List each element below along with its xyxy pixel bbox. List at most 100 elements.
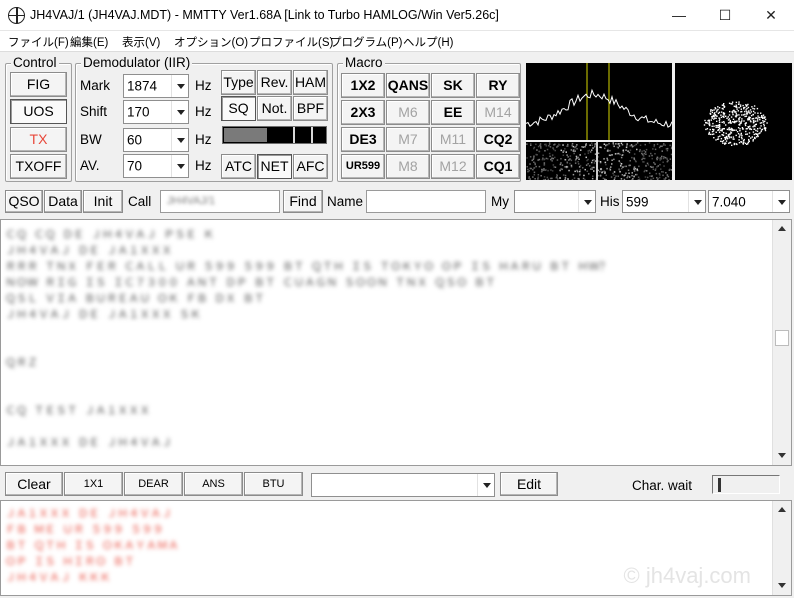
transmit-line: ＢＴ ＱＴＨ ＩＳ ＯＫＡＹＡＭＡ: [5, 539, 179, 552]
mark-label: Mark: [80, 78, 110, 93]
rev-button[interactable]: Rev.: [257, 70, 292, 95]
transmit-line: ＦＢ ＭＥ ＵＲ ５９９ ５９９: [5, 523, 164, 536]
maximize-button[interactable]: ☐: [702, 0, 748, 31]
find-button[interactable]: Find: [283, 190, 323, 213]
sq-button[interactable]: SQ: [221, 96, 256, 121]
scroll-down-icon[interactable]: [773, 577, 791, 595]
receive-scrollbar[interactable]: [772, 220, 791, 465]
menu-bar: ファイル(F) 編集(E) 表示(V) オプション(O) プロファイル(S) プ…: [0, 31, 794, 52]
type-button[interactable]: Type: [221, 70, 256, 95]
tx-macro-select[interactable]: [311, 473, 495, 497]
notch-button[interactable]: Not.: [257, 96, 292, 121]
av-select[interactable]: 70: [123, 154, 189, 178]
clear-button[interactable]: Clear: [5, 472, 63, 496]
macro-button-m11[interactable]: M11: [431, 127, 475, 152]
av-label: AV.: [80, 158, 100, 173]
macro-button-m14[interactable]: M14: [476, 100, 520, 125]
receive-text-pane[interactable]: ＣＱ ＣＱ ＤＥ ＪＨ４ＶＡＪ ＰＳＥ Ｋ ＪＨ４ＶＡＪ ＤＥ ＪＡ１ＸＸＸ ＲＲＲ…: [0, 219, 792, 466]
demodulator-group-title: Demodulator (IIR): [81, 55, 193, 70]
receive-text: ＣＱ ＣＱ ＤＥ ＪＨ４ＶＡＪ ＰＳＥ Ｋ ＪＨ４ＶＡＪ ＤＥ ＪＡ１ＸＸＸ ＲＲＲ…: [1, 220, 771, 465]
char-wait-slider[interactable]: [712, 475, 780, 494]
tx-button[interactable]: TX: [10, 127, 67, 152]
init-button[interactable]: Init: [83, 190, 123, 213]
transmit-text-pane[interactable]: ＪＡ１ＸＸＸ ＤＥ ＪＨ４ＶＡＪ ＦＢ ＭＥ ＵＲ ５９９ ５９９ ＢＴ ＱＴＨ Ｉ…: [0, 500, 792, 596]
macro-button-de3[interactable]: DE3: [341, 127, 385, 152]
data-button[interactable]: Data: [44, 190, 82, 213]
spectrum-trace: [525, 88, 673, 128]
call-input[interactable]: JH4VAJ/1: [160, 190, 280, 213]
receive-line: ＲＲＲ ＴＮＸ ＦＥＲ ＣＡＬＬ ＵＲ ５９９ ５９９ ＢＴ ＱＴＨ ＩＳ ＴＯ…: [5, 260, 611, 273]
transmit-line: ＪＡ１ＸＸＸ ＤＥ ＪＨ４ＶＡＪ: [5, 507, 173, 520]
qso-button[interactable]: QSO: [5, 190, 43, 213]
macro-button-ry[interactable]: RY: [476, 73, 520, 98]
macro-button-ur599[interactable]: UR599: [341, 154, 385, 179]
shift-select[interactable]: 170: [123, 100, 189, 124]
macro-button-m8[interactable]: M8: [386, 154, 430, 179]
macro-button-cq2[interactable]: CQ2: [476, 127, 520, 152]
macro-button-cq1[interactable]: CQ1: [476, 154, 520, 179]
name-input[interactable]: [366, 190, 486, 213]
menu-profiles[interactable]: プロファイル(S): [249, 34, 333, 50]
scroll-down-icon[interactable]: [773, 447, 791, 465]
scroll-up-icon[interactable]: [773, 501, 791, 519]
transmit-scrollbar[interactable]: [772, 501, 791, 595]
scroll-up-icon[interactable]: [773, 220, 791, 238]
macro-group-title: Macro: [343, 55, 385, 70]
macro-button-m6[interactable]: M6: [386, 100, 430, 125]
frequency-select[interactable]: 7.040: [708, 190, 790, 213]
waterfall-graph: [526, 142, 674, 182]
frequency-value: 7.040: [712, 194, 746, 209]
waterfall-display[interactable]: [526, 142, 674, 182]
mark-value: 1874: [127, 78, 158, 94]
macro-button-2x3[interactable]: 2X3: [341, 100, 385, 125]
macro-dear-button[interactable]: DEAR: [124, 472, 183, 496]
minimize-button[interactable]: —: [656, 0, 702, 31]
ham-button[interactable]: HAM: [293, 70, 328, 95]
receive-line: ＮＯＷ ＲＩＧ ＩＳ ＩＣ７３００ ＡＮＴ ＤＰ ＢＴ ＣＵＡＧＮ ＳＯＯＮ Ｔ…: [5, 276, 496, 289]
window-title: JH4VAJ/1 (JH4VAJ.MDT) - MMTTY Ver1.68A […: [30, 8, 499, 22]
menu-help[interactable]: ヘルプ(H): [403, 34, 453, 50]
atc-button[interactable]: ATC: [221, 154, 256, 179]
menu-programs[interactable]: プログラム(P): [330, 34, 402, 50]
macro-button-ee[interactable]: EE: [431, 100, 475, 125]
macro-button-qans[interactable]: QANS: [386, 73, 430, 98]
bpf-button[interactable]: BPF: [293, 96, 328, 121]
name-label: Name: [327, 194, 364, 209]
edit-button[interactable]: Edit: [500, 472, 558, 496]
afc-button[interactable]: AFC: [293, 154, 328, 179]
scroll-thumb[interactable]: [775, 330, 789, 346]
chevron-down-icon: [688, 191, 705, 212]
txoff-button[interactable]: TXOFF: [10, 154, 67, 179]
chevron-down-icon: [171, 101, 188, 123]
menu-file[interactable]: ファイル(F): [8, 34, 69, 50]
menu-edit[interactable]: 編集(E): [70, 34, 108, 50]
receive-line: ＪＨ４ＶＡＪ ＤＥ ＪＡ１ＸＸＸ: [5, 244, 173, 257]
menu-view[interactable]: 表示(V): [122, 34, 160, 50]
macro-button-m12[interactable]: M12: [431, 154, 475, 179]
macro-btu-button[interactable]: BTU: [244, 472, 303, 496]
net-button[interactable]: NET: [257, 154, 292, 179]
my-rst-select[interactable]: [514, 190, 596, 213]
close-button[interactable]: ✕: [748, 0, 794, 31]
transmit-line: ＯＰ ＩＳ ＨＩＲＯ ＢＴ: [5, 555, 135, 568]
char-wait-slider-thumb[interactable]: [718, 478, 721, 492]
squelch-level-fill: [224, 128, 267, 142]
macro-button-m7[interactable]: M7: [386, 127, 430, 152]
bw-value: 60: [127, 132, 143, 148]
macro-button-1x2[interactable]: 1X2: [341, 73, 385, 98]
uos-button[interactable]: UOS: [10, 99, 67, 124]
bw-select[interactable]: 60: [123, 128, 189, 152]
app-icon: [8, 7, 25, 24]
spectrum-scope[interactable]: [525, 63, 673, 140]
spectrum-graph: [525, 63, 673, 140]
mark-hz-label: Hz: [195, 78, 212, 93]
mark-select[interactable]: 1874: [123, 74, 189, 98]
macro-button-sk[interactable]: SK: [431, 73, 475, 98]
squelch-level-bar[interactable]: [222, 126, 327, 144]
xy-scope[interactable]: [675, 63, 792, 180]
menu-options[interactable]: オプション(O): [174, 34, 248, 50]
his-rst-select[interactable]: 599: [622, 190, 706, 213]
macro-ans-button[interactable]: ANS: [184, 472, 243, 496]
macro-1x1-button[interactable]: 1X1: [64, 472, 123, 496]
fig-button[interactable]: FIG: [10, 72, 67, 97]
